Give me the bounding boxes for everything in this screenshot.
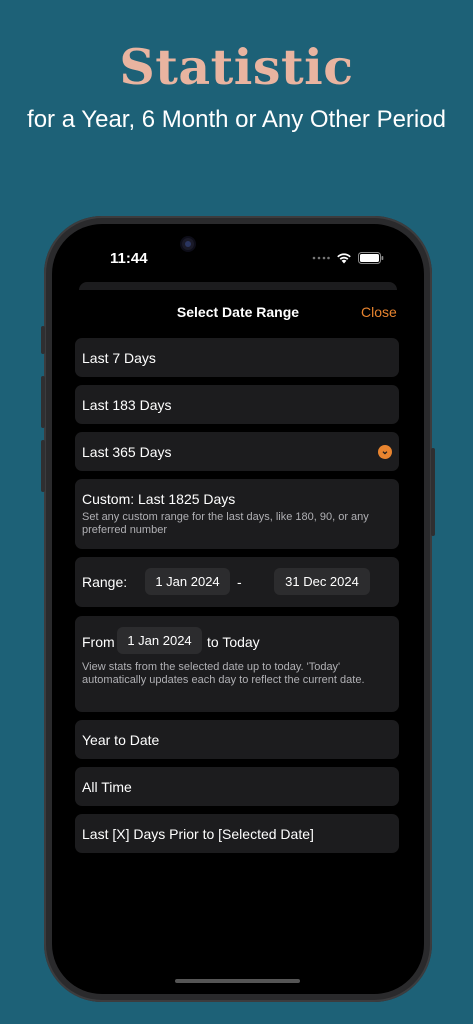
wifi-icon <box>337 253 351 264</box>
option-custom-days[interactable]: Custom: Last 1825 Days Set any custom ra… <box>75 479 399 549</box>
option-days-prior-to-date[interactable]: Last [X] Days Prior to [Selected Date] <box>75 814 399 853</box>
home-indicator[interactable] <box>175 979 300 983</box>
option-from-date-to-today[interactable]: From 1 Jan 2024 to Today View stats from… <box>75 616 399 712</box>
chevron-down-icon: ⌄ <box>378 445 392 459</box>
from-label: From <box>82 634 115 650</box>
close-button[interactable]: Close <box>361 304 397 320</box>
from-date-picker[interactable]: 1 Jan 2024 <box>117 627 202 654</box>
option-all-time[interactable]: All Time <box>75 767 399 806</box>
option-date-range[interactable]: Range: 1 Jan 2024 - 31 Dec 2024 <box>75 557 399 607</box>
sheet-top-edge <box>79 282 397 290</box>
status-icons <box>312 252 384 264</box>
option-last-183-days[interactable]: Last 183 Days <box>75 385 399 424</box>
to-today-label: to Today <box>207 634 260 650</box>
cellular-dots-icon <box>312 256 330 260</box>
option-label: Last 183 Days <box>82 397 172 413</box>
phone-volume-down <box>41 440 45 492</box>
option-label: All Time <box>82 779 132 795</box>
battery-icon <box>358 252 384 264</box>
phone-mute-switch <box>41 326 45 354</box>
option-year-to-date[interactable]: Year to Date <box>75 720 399 759</box>
hero-title: Statistic <box>119 38 354 96</box>
range-start-date-picker[interactable]: 1 Jan 2024 <box>145 568 230 595</box>
option-label: Last 7 Days <box>82 350 156 366</box>
option-label: Year to Date <box>82 732 160 748</box>
option-description: View stats from the selected date up to … <box>82 661 365 686</box>
hero-subtitle: for a Year, 6 Month or Any Other Period <box>27 106 446 133</box>
range-label: Range: <box>82 574 128 590</box>
range-separator: - <box>237 574 242 590</box>
phone-power-button <box>431 448 435 536</box>
phone-screen: 11:44 Select Date Range Close Last 7 Day… <box>52 224 424 994</box>
phone-volume-up <box>41 376 45 428</box>
option-label: Last [X] Days Prior to [Selected Date] <box>82 826 314 842</box>
camera-icon <box>182 238 194 250</box>
option-last-7-days[interactable]: Last 7 Days <box>75 338 399 377</box>
option-label: Custom: Last 1825 Days <box>82 491 236 507</box>
option-label: Last 365 Days <box>82 444 172 460</box>
option-description: Set any custom range for the last days, … <box>82 511 369 536</box>
status-time: 11:44 <box>110 250 148 267</box>
range-end-date-picker[interactable]: 31 Dec 2024 <box>274 568 370 595</box>
option-last-365-days[interactable]: Last 365 Days ⌄ <box>75 432 399 471</box>
